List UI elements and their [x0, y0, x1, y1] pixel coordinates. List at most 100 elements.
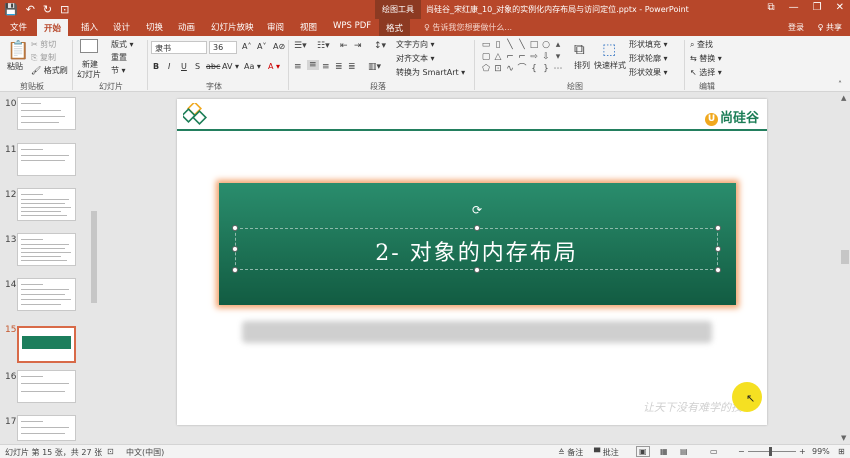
login-link[interactable]: 登录: [788, 22, 804, 33]
shrink-font-button[interactable]: A˅: [257, 42, 266, 51]
grow-font-button[interactable]: A˄: [242, 42, 251, 51]
arrange-button[interactable]: 排列: [574, 60, 590, 71]
section-button[interactable]: 节 ▾: [111, 65, 126, 76]
slide-sorter-icon[interactable]: ▦: [660, 447, 668, 456]
align-text-button[interactable]: 对齐文本 ▾: [396, 53, 435, 64]
brace-left-shape-icon[interactable]: {: [528, 63, 540, 75]
tab-review[interactable]: 审阅: [267, 21, 284, 33]
share-button[interactable]: ♀ 共享: [818, 22, 842, 33]
language-indicator[interactable]: 中文(中国): [126, 447, 164, 458]
more-shapes-up-icon[interactable]: ▴: [552, 39, 564, 51]
italic-button[interactable]: I: [168, 62, 170, 71]
editor-scroll-thumb[interactable]: [841, 250, 849, 264]
layout-button[interactable]: 版式 ▾: [111, 39, 134, 50]
expand-shapes-icon[interactable]: ⋯: [552, 63, 564, 75]
minimize-icon[interactable]: —: [789, 2, 799, 13]
tab-insert[interactable]: 插入: [81, 21, 98, 33]
collapse-ribbon-icon[interactable]: ˄: [838, 80, 842, 89]
scroll-up-icon[interactable]: ▲: [841, 94, 846, 102]
new-slide-button-line2[interactable]: 幻灯片: [77, 69, 101, 80]
tab-format[interactable]: 格式: [379, 19, 411, 36]
font-name-select[interactable]: 隶书: [151, 41, 207, 54]
quick-styles-icon[interactable]: ⬚: [602, 40, 616, 58]
zoom-in-button[interactable]: +: [799, 447, 806, 456]
tell-me-search[interactable]: ♀ 告诉我您想要做什么...: [424, 22, 512, 33]
thumbnail-scrollbar[interactable]: [90, 97, 98, 442]
arc-shape-icon[interactable]: ⌒: [516, 63, 528, 75]
zoom-out-button[interactable]: −: [738, 447, 745, 456]
ribbon-display-icon[interactable]: ⧉: [768, 2, 775, 13]
reading-view-icon[interactable]: ▤: [680, 447, 688, 456]
brace-right-shape-icon[interactable]: }: [540, 63, 552, 75]
justify-icon[interactable]: ≣: [335, 62, 343, 72]
zoom-slider-knob[interactable]: [769, 447, 772, 456]
rounded-rect-shape-icon[interactable]: ▢: [480, 51, 492, 63]
spellcheck-icon[interactable]: ⊡: [107, 447, 114, 456]
slide-thumbnail[interactable]: [17, 143, 76, 176]
tab-animations[interactable]: 动画: [178, 21, 195, 33]
resize-handle[interactable]: [715, 267, 721, 273]
line2-shape-icon[interactable]: ╲: [516, 39, 528, 51]
distributed-icon[interactable]: ≣: [348, 62, 356, 72]
resize-handle[interactable]: [474, 267, 480, 273]
zoom-slider[interactable]: [748, 451, 796, 452]
tab-wps-pdf[interactable]: WPS PDF: [333, 21, 371, 31]
textbox-v-shape-icon[interactable]: ▯: [492, 39, 504, 51]
rotate-handle-icon[interactable]: ⟳: [472, 203, 482, 217]
right-arrow-shape-icon[interactable]: ⇨: [528, 51, 540, 63]
more-shapes-down-icon[interactable]: ▾: [552, 51, 564, 63]
text-direction-button[interactable]: 文字方向 ▾: [396, 39, 435, 50]
convert-smartart-button[interactable]: 转换为 SmartArt ▾: [396, 67, 465, 78]
reset-button[interactable]: 重置: [111, 52, 127, 63]
textbox-shape-icon[interactable]: ▭: [480, 39, 492, 51]
char-spacing-button[interactable]: AV ▾: [222, 62, 239, 71]
fit-slide-icon[interactable]: ⊞: [838, 447, 845, 456]
quick-styles-button[interactable]: 快速样式: [594, 60, 626, 71]
underline-button[interactable]: U: [181, 62, 187, 71]
shape-fill-button[interactable]: 形状填充 ▾: [629, 39, 668, 50]
text-shadow-button[interactable]: S: [195, 62, 200, 71]
shape-outline-button[interactable]: 形状轮廓 ▾: [629, 53, 668, 64]
find-button[interactable]: ⌕ 查找: [690, 39, 713, 50]
align-center-icon[interactable]: ≡: [307, 60, 319, 70]
resize-handle[interactable]: [232, 225, 238, 231]
slide-title-text[interactable]: 2- 对象的内存布局: [235, 235, 718, 267]
increase-indent-icon[interactable]: ⇥: [354, 41, 362, 51]
resize-handle[interactable]: [232, 267, 238, 273]
line-spacing-icon[interactable]: ↕▾: [374, 41, 386, 51]
normal-view-icon[interactable]: ▣: [636, 446, 650, 457]
notes-button[interactable]: ≙ 备注: [558, 447, 583, 458]
pentagon-shape-icon[interactable]: ⬠: [480, 63, 492, 75]
arrange-icon[interactable]: ⧉: [574, 40, 585, 58]
oval-shape-icon[interactable]: ○: [540, 39, 552, 51]
font-size-select[interactable]: 36: [209, 41, 237, 54]
resize-handle[interactable]: [474, 225, 480, 231]
cut-button[interactable]: ✂ 剪切: [31, 39, 56, 50]
scroll-down-icon[interactable]: ▼: [841, 434, 846, 442]
replace-button[interactable]: ⇆ 替换 ▾: [690, 53, 722, 64]
editor-scrollbar[interactable]: ▲ ▼: [840, 92, 850, 444]
l-shape-icon[interactable]: ⌐: [504, 51, 516, 63]
shape-effects-button[interactable]: 形状效果 ▾: [629, 67, 668, 78]
select-button[interactable]: ↖ 选择 ▾: [690, 67, 722, 78]
tab-transitions[interactable]: 切换: [146, 21, 163, 33]
redo-icon[interactable]: ↻: [43, 3, 52, 16]
paste-icon[interactable]: 📋: [7, 40, 29, 61]
comments-button[interactable]: ▀ 批注: [594, 447, 619, 458]
slide-thumbnail[interactable]: [17, 415, 76, 441]
font-color-button[interactable]: A ▾: [268, 62, 280, 71]
tab-file[interactable]: 文件: [10, 21, 27, 33]
tab-view[interactable]: 视图: [300, 21, 317, 33]
restore-icon[interactable]: ❐: [813, 2, 822, 13]
thumbnail-scroll-thumb[interactable]: [91, 211, 97, 303]
align-left-icon[interactable]: ≡: [294, 62, 302, 72]
resize-handle[interactable]: [715, 225, 721, 231]
tab-home[interactable]: 开始: [37, 19, 69, 36]
cube-shape-icon[interactable]: ⊡: [492, 63, 504, 75]
down-arrow-shape-icon[interactable]: ⇩: [540, 51, 552, 63]
copy-button[interactable]: ⎘ 复制: [31, 52, 56, 63]
rect-shape-icon[interactable]: □: [528, 39, 540, 51]
tab-design[interactable]: 设计: [113, 21, 130, 33]
new-slide-icon[interactable]: [80, 39, 98, 53]
tab-slideshow[interactable]: 幻灯片放映: [211, 21, 254, 33]
